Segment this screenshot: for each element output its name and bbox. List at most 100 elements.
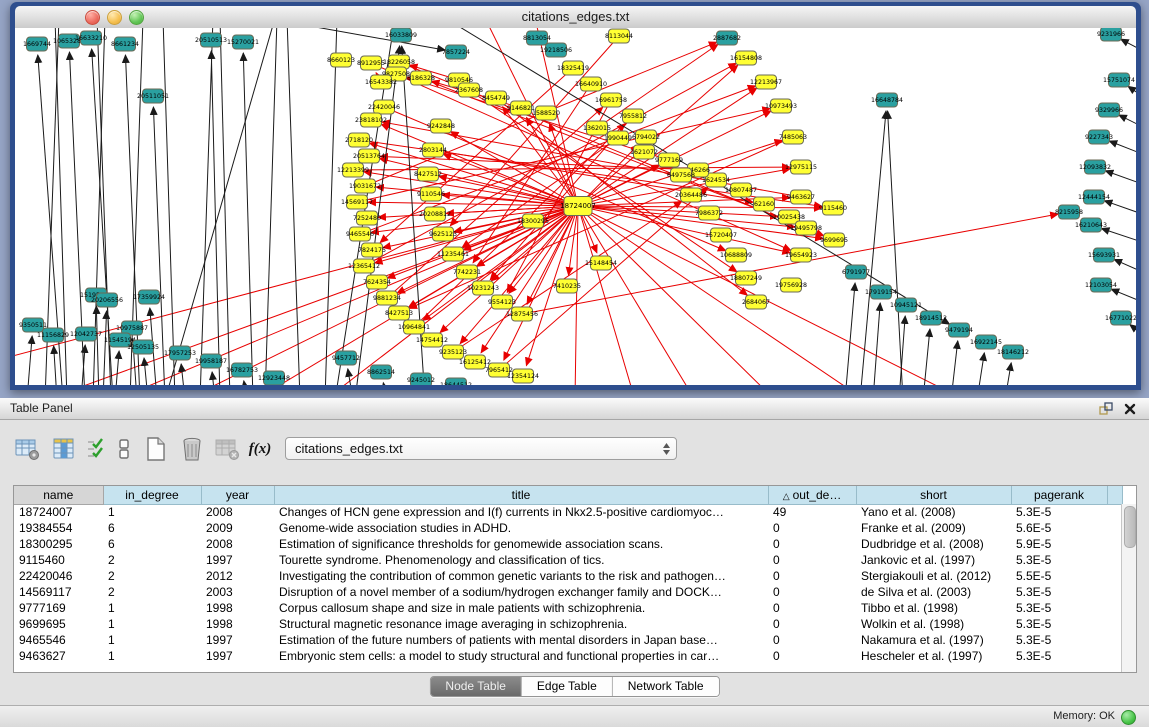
zoom-window-button[interactable]: [129, 10, 144, 25]
graph-edge[interactable]: [115, 351, 119, 385]
graph-node[interactable]: 7857224: [442, 45, 470, 59]
graph-node[interactable]: 16782753: [226, 363, 258, 377]
graph-edge[interactable]: [243, 53, 253, 385]
graph-edge[interactable]: [212, 372, 215, 385]
graph-node[interactable]: 10964841: [398, 320, 430, 334]
graph-edge[interactable]: [383, 383, 387, 385]
graph-node[interactable]: 18644512: [440, 378, 472, 385]
graph-node[interactable]: 2718120: [345, 133, 373, 147]
graph-node[interactable]: 20511051: [137, 89, 169, 103]
graph-node[interactable]: 9463627: [787, 190, 815, 204]
graph-node[interactable]: 15751074: [1103, 73, 1135, 87]
graph-node[interactable]: 10807487: [725, 183, 757, 197]
graph-node[interactable]: 9699695: [820, 233, 848, 247]
table-row[interactable]: 946362711997Embryonic stem cells: a mode…: [14, 648, 1122, 664]
graph-edge[interactable]: [1005, 363, 1011, 385]
column-header-in_degree[interactable]: in_degree: [103, 486, 201, 504]
graph-edge[interactable]: [923, 329, 930, 385]
network-window-titlebar[interactable]: citations_edges.txt: [15, 6, 1136, 29]
graph-node[interactable]: 17957253: [164, 346, 196, 360]
graph-node[interactable]: 1669744: [23, 37, 51, 51]
graph-node[interactable]: 8113044: [605, 29, 633, 43]
graph-node[interactable]: 15270021: [227, 35, 259, 49]
graph-node[interactable]: 1362015: [583, 121, 611, 135]
close-window-button[interactable]: [85, 10, 100, 25]
graph-node[interactable]: 8661234: [111, 37, 139, 51]
graph-node[interactable]: 8912955: [357, 56, 385, 70]
graph-node[interactable]: 17359924: [133, 290, 165, 304]
graph-node[interactable]: 16210643: [1075, 218, 1107, 232]
graph-edge[interactable]: [1121, 39, 1136, 52]
graph-node[interactable]: 16771022: [1105, 311, 1136, 325]
graph-node[interactable]: 7410235: [553, 279, 581, 293]
graph-node[interactable]: 12213399: [337, 163, 369, 177]
graph-edge[interactable]: [469, 90, 737, 272]
graph-edge[interactable]: [144, 358, 148, 385]
tab-network-table[interactable]: Network Table: [613, 677, 719, 696]
graph-node[interactable]: 8427512: [414, 167, 442, 181]
graph-edge[interactable]: [1114, 259, 1136, 273]
graph-node[interactable]: 2367608: [455, 83, 483, 97]
graph-node[interactable]: 9479194: [945, 323, 973, 337]
graph-node[interactable]: 16961758: [595, 93, 627, 107]
float-panel-icon[interactable]: [1099, 402, 1113, 416]
graph-node[interactable]: 8862514: [367, 365, 395, 379]
graph-node[interactable]: 9115460: [819, 201, 847, 215]
graph-node[interactable]: 18724007: [560, 197, 596, 216]
memory-status-dot[interactable]: [1121, 710, 1136, 725]
graph-node[interactable]: 16154808: [730, 51, 762, 65]
graph-node[interactable]: 9777169: [655, 153, 683, 167]
network-canvas[interactable]: 1872400786601238912955182260589827508165…: [15, 28, 1136, 385]
graph-node[interactable]: 62160: [754, 197, 775, 211]
graph-edge[interactable]: [325, 28, 337, 385]
column-header-year[interactable]: year: [201, 486, 274, 504]
graph-node[interactable]: 8215958: [1055, 205, 1083, 219]
graph-node[interactable]: 7742231: [453, 265, 481, 279]
graph-edge[interactable]: [255, 206, 578, 385]
graph-node[interactable]: 16922145: [970, 335, 1002, 349]
graph-edge[interactable]: [54, 346, 57, 385]
table-selector-dropdown[interactable]: citations_edges.txt: [285, 437, 677, 460]
table-row[interactable]: 1456911722003Disruption of a novel membe…: [14, 584, 1122, 600]
minimize-window-button[interactable]: [107, 10, 122, 25]
graph-edge[interactable]: [1101, 228, 1136, 243]
graph-edge[interactable]: [575, 206, 578, 385]
table-row[interactable]: 977716911998Corpus callosum shape and si…: [14, 600, 1122, 616]
graph-edge[interactable]: [1111, 289, 1136, 303]
graph-node[interactable]: 2803144: [419, 143, 447, 157]
close-panel-icon[interactable]: [1123, 402, 1137, 416]
graph-node[interactable]: 10973493: [765, 99, 797, 113]
table-row[interactable]: 2242004622012Investigating the contribut…: [14, 568, 1122, 584]
network-graph[interactable]: 1872400786601238912955182260589827508165…: [15, 28, 1136, 385]
graph-node[interactable]: 8660123: [327, 53, 355, 67]
graph-node[interactable]: 7624354: [363, 275, 391, 289]
table-row[interactable]: 1830029562008Estimation of significance …: [14, 536, 1122, 552]
graph-node[interactable]: 19958187: [195, 354, 227, 368]
graph-edge[interactable]: [265, 28, 277, 385]
column-header-title[interactable]: title: [274, 486, 768, 504]
graph-edge[interactable]: [163, 28, 175, 385]
graph-edge[interactable]: [951, 341, 958, 385]
graph-edge[interactable]: [578, 206, 635, 385]
graph-edge[interactable]: [1119, 115, 1136, 128]
delete-table-icon[interactable]: [178, 435, 206, 463]
graph-node[interactable]: 9227343: [1085, 130, 1113, 144]
graph-node[interactable]: 9554123: [488, 295, 516, 309]
graph-node[interactable]: 18807249: [730, 271, 762, 285]
clear-row-selection-icon[interactable]: [114, 435, 134, 463]
show-columns-icon[interactable]: [50, 435, 78, 463]
graph-node[interactable]: 9245012: [407, 373, 435, 385]
graph-edge[interactable]: [578, 206, 775, 385]
graph-node[interactable]: 8454749: [482, 91, 510, 105]
vertical-scrollbar[interactable]: [1121, 504, 1136, 672]
graph-edge[interactable]: [578, 206, 695, 385]
graph-edge[interactable]: [96, 306, 99, 385]
graph-node[interactable]: 7986372: [695, 206, 723, 220]
graph-node[interactable]: 9235123: [439, 345, 467, 359]
graph-edge[interactable]: [1105, 171, 1136, 185]
graph-node[interactable]: 9146821: [507, 101, 535, 115]
graph-node[interactable]: 14569117: [341, 195, 373, 209]
graph-node[interactable]: 7955812: [619, 109, 647, 123]
column-header-name[interactable]: name: [14, 486, 103, 504]
graph-node[interactable]: 12213967: [750, 75, 782, 89]
